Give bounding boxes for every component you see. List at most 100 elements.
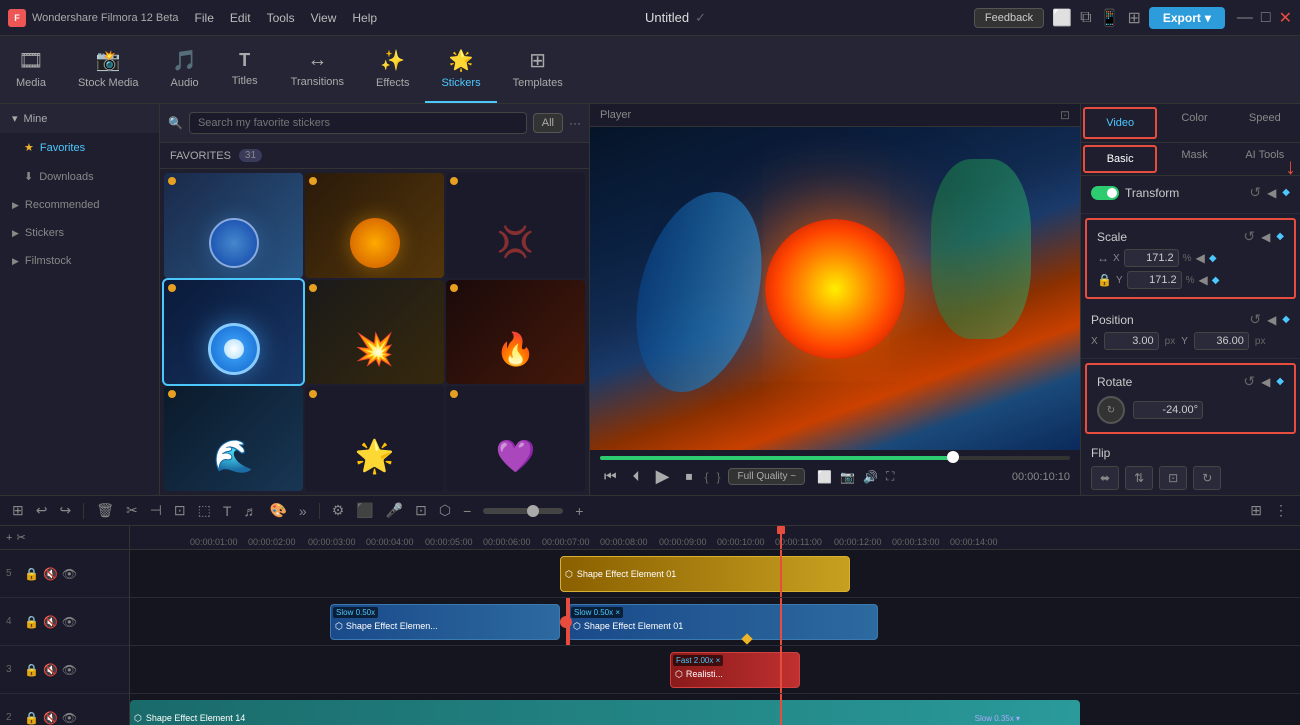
timeline-pip-btn[interactable]: ⊡ <box>411 500 431 521</box>
flip-crop-button[interactable]: ⊡ <box>1159 466 1187 490</box>
search-input[interactable] <box>189 112 527 134</box>
pos-y-input[interactable] <box>1194 332 1249 350</box>
tool-stock-media[interactable]: 📸 Stock Media <box>62 36 155 103</box>
pos-keyframe-btn[interactable]: ◆ <box>1282 314 1290 325</box>
filter-dropdown[interactable]: All <box>533 113 563 133</box>
track5-vol-icon[interactable]: 🔇 <box>43 567 58 581</box>
stop-button[interactable]: ⏹ <box>681 466 696 487</box>
pos-left-btn[interactable]: ◀ <box>1267 313 1276 327</box>
timeline-split-btn[interactable]: ⊣ <box>146 500 166 521</box>
scale-y-keyframe[interactable]: ◆ <box>1212 275 1220 286</box>
tool-templates[interactable]: ⊞ Templates <box>497 36 579 103</box>
rotate-reset-btn[interactable]: ↺ <box>1243 373 1255 390</box>
sticker-item[interactable]: 🌟 <box>305 386 444 491</box>
snapshot-icon[interactable]: 📷 <box>840 470 855 484</box>
export-button[interactable]: Export ▾ <box>1149 7 1225 29</box>
window-minimize-btn[interactable]: — <box>1237 9 1253 27</box>
tab-color[interactable]: Color <box>1159 104 1229 142</box>
sticker-item[interactable]: 🔥 Superpower FX Effects... <box>446 280 585 385</box>
tool-stickers[interactable]: 🌟 Stickers <box>425 36 496 103</box>
minimize-icon[interactable]: ⬜ <box>1052 8 1072 28</box>
tool-effects[interactable]: ✨ Effects <box>360 36 425 103</box>
tab-speed[interactable]: Speed <box>1230 104 1300 142</box>
timeline-text-btn[interactable]: T <box>219 501 236 521</box>
timeline-audio-wave-btn[interactable]: ⬛ <box>352 500 377 521</box>
window-restore-btn[interactable]: □ <box>1261 9 1271 27</box>
sticker-item[interactable]: 🌊 <box>164 386 303 491</box>
menu-file[interactable]: File <box>195 11 214 25</box>
more-options-icon[interactable]: ··· <box>569 116 581 130</box>
sticker-item-selected[interactable]: Realistic VFX Pack Ele... <box>164 280 303 385</box>
timeline-no-gap-btn[interactable]: ⊡ <box>170 500 190 521</box>
sidebar-item-downloads[interactable]: ⬇ Downloads <box>0 162 159 191</box>
menu-tools[interactable]: Tools <box>267 11 295 25</box>
grid-icon[interactable]: ⊞ <box>1127 8 1140 28</box>
track5-eye-icon[interactable]: 👁 <box>62 567 77 581</box>
prev-frame-button[interactable]: ⏴ <box>629 466 644 487</box>
phone-icon[interactable]: 📱 <box>1100 8 1120 28</box>
sidebar-item-favorites[interactable]: ★ Favorites <box>0 133 159 162</box>
quality-selector[interactable]: Full Quality ~ <box>728 468 805 485</box>
player-progress-bar[interactable] <box>600 456 1070 460</box>
track4-vol-icon[interactable]: 🔇 <box>43 615 58 629</box>
maximize-icon[interactable]: ⧉ <box>1080 9 1091 27</box>
transform-left-btn[interactable]: ◀ <box>1267 186 1276 200</box>
track3-vol-icon[interactable]: 🔇 <box>43 663 58 677</box>
sidebar-item-stickers[interactable]: ▶ Stickers <box>0 219 159 247</box>
scale-y-left-btn[interactable]: ◀ <box>1199 273 1208 287</box>
clip-shape-effect-14-track2[interactable]: ⬡ Shape Effect Element 14 Slow 0.35x ▾ <box>130 700 1080 725</box>
cut-track-icon[interactable]: ✂ <box>16 531 25 544</box>
menu-view[interactable]: View <box>311 11 337 25</box>
track4-lock-icon[interactable]: 🔒 <box>24 615 39 629</box>
tab-video[interactable]: Video <box>1083 107 1157 139</box>
feedback-button[interactable]: Feedback <box>974 8 1044 28</box>
flip-v-button[interactable]: ⇅ <box>1125 466 1153 490</box>
transform-reset-btn[interactable]: ↺ <box>1249 184 1261 201</box>
timeline-cut-btn[interactable]: ✂ <box>122 500 142 521</box>
subtab-mask[interactable]: Mask <box>1159 143 1229 175</box>
timeline-redo-btn[interactable]: ↪ <box>55 500 75 521</box>
sticker-item[interactable]: Shape Effect Element 14 <box>164 173 303 278</box>
player-settings-icon[interactable]: ⊡ <box>1060 108 1070 122</box>
scale-keyframe-btn[interactable]: ◆ <box>1276 231 1284 242</box>
rewind-button[interactable]: ⏮ <box>600 466 621 487</box>
timeline-zoom-slider[interactable] <box>483 508 563 514</box>
flip-rotate-cw-button[interactable]: ↻ <box>1193 466 1221 490</box>
timeline-zoom-in-btn[interactable]: + <box>571 501 587 521</box>
menu-edit[interactable]: Edit <box>230 11 251 25</box>
timeline-color-btn[interactable]: 🎨 <box>265 500 290 521</box>
track4-eye-icon[interactable]: 👁 <box>62 615 77 629</box>
tool-transitions[interactable]: ↔ Transitions <box>275 36 360 103</box>
sticker-item[interactable]: Shape Effect Element 01 <box>305 173 444 278</box>
track3-eye-icon[interactable]: 👁 <box>62 663 77 677</box>
play-button[interactable]: ▶ <box>652 464 674 489</box>
tool-audio[interactable]: 🎵 Audio <box>155 36 215 103</box>
scale-reset-btn[interactable]: ↺ <box>1243 228 1255 245</box>
volume-icon[interactable]: 🔊 <box>863 470 878 484</box>
timeline-grid-btn[interactable]: ⊞ <box>1246 500 1266 521</box>
position-reset-btn[interactable]: ↺ <box>1249 311 1261 328</box>
aspect-icon[interactable]: ⬜ <box>817 470 832 484</box>
flip-h-button[interactable]: ⬌ <box>1091 466 1119 490</box>
subtab-ai-tools[interactable]: AI Tools <box>1230 143 1300 175</box>
clip-shape-effect-elemen-track4a[interactable]: Slow 0.50x ⬡ Shape Effect Elemen... <box>330 604 560 640</box>
track2-eye-icon[interactable]: 👁 <box>62 711 77 725</box>
timeline-layout-btn[interactable]: ⊞ <box>8 500 28 521</box>
scale-y-input[interactable] <box>1127 271 1182 289</box>
menu-help[interactable]: Help <box>352 11 377 25</box>
scale-left-btn[interactable]: ◀ <box>1261 230 1270 244</box>
rotate-input[interactable] <box>1133 401 1203 419</box>
add-track-icon[interactable]: + <box>6 532 12 544</box>
track5-lock-icon[interactable]: 🔒 <box>24 567 39 581</box>
timeline-settings-btn[interactable]: ⚙ <box>328 500 349 521</box>
scale-x-input[interactable] <box>1124 249 1179 267</box>
sticker-item[interactable]: 💢 Realistic VFX Pack Ele... <box>446 173 585 278</box>
timeline-motion-btn[interactable]: ⬡ <box>435 500 455 521</box>
timeline-audio-btn[interactable]: ♬ <box>239 501 261 521</box>
timeline-mic-btn[interactable]: 🎤 <box>382 500 407 521</box>
track2-vol-icon[interactable]: 🔇 <box>43 711 58 725</box>
fullscreen-icon[interactable]: ⛶ <box>886 469 894 484</box>
sticker-item[interactable]: 💥 Destruction - 01 <box>305 280 444 385</box>
timeline-menu-btn[interactable]: ⋮ <box>1270 500 1292 521</box>
progress-thumb[interactable] <box>947 451 959 463</box>
